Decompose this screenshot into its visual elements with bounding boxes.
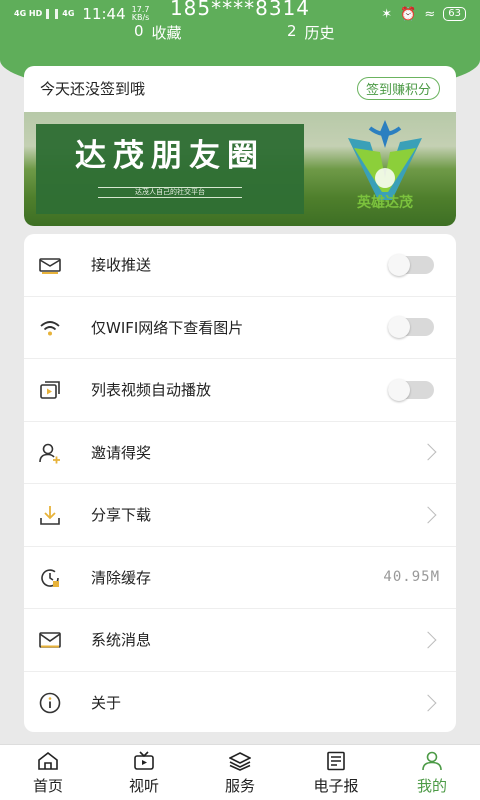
signin-button[interactable]: 签到赚积分 [356, 76, 440, 100]
promo-banner[interactable]: 达茂朋友圈 达茂人自己的社交平台 英雄达茂 [24, 112, 456, 226]
menu-item-label: 列表视频自动播放 [91, 381, 212, 400]
invite-user-icon [39, 443, 60, 463]
banner-title: 达茂朋友圈 [75, 138, 265, 174]
banner-logo-text: 英雄达茂 [357, 195, 413, 211]
receive-push-toggle[interactable] [388, 253, 434, 276]
menu-item-clear-cache[interactable]: 清除缓存 40.95M [24, 547, 456, 609]
video-play-icon [40, 381, 60, 399]
favorites-count: 0 [134, 22, 144, 40]
tab-home[interactable]: 首页 [0, 745, 96, 800]
tab-label: 我的 [416, 777, 447, 795]
tab-label: 服务 [224, 777, 255, 795]
menu-item-label: 接收推送 [91, 256, 152, 275]
chevron-right-icon [419, 631, 437, 649]
newspaper-icon [327, 751, 345, 771]
menu-item-wifi-images[interactable]: 仅WIFI网络下查看图片 [24, 297, 456, 359]
favorites-stat[interactable]: 0 收藏 [134, 22, 182, 43]
download-icon [40, 506, 60, 525]
tab-e-paper[interactable]: 电子报 [288, 745, 384, 800]
signin-status-text: 今天还没签到哦 [40, 79, 146, 98]
bottom-tab-bar: 首页 视听 服务 电子报 我的 [0, 744, 480, 800]
favorites-label: 收藏 [151, 24, 182, 42]
cache-size-value: 40.95M [383, 569, 440, 586]
autoplay-video-toggle[interactable] [388, 378, 434, 401]
profile-counts: 0 收藏 2 历史 [0, 22, 480, 44]
menu-item-label: 系统消息 [91, 631, 152, 650]
history-label: 历史 [304, 24, 335, 42]
chevron-right-icon [419, 506, 437, 524]
tab-services[interactable]: 服务 [192, 745, 288, 800]
layers-icon [229, 752, 251, 771]
menu-item-system-messages[interactable]: 系统消息 [24, 609, 456, 672]
menu-item-invite[interactable]: 邀请得奖 [24, 422, 456, 484]
signin-row: 今天还没签到哦 签到赚积分 [24, 66, 456, 110]
menu-item-label: 清除缓存 [91, 568, 152, 587]
tab-label: 电子报 [313, 777, 359, 795]
history-count: 2 [287, 22, 297, 40]
tv-icon [134, 751, 154, 770]
signin-card: 今天还没签到哦 签到赚积分 达茂朋友圈 达茂人自己的社交平台 英雄达茂 [24, 66, 456, 226]
tab-mine[interactable]: 我的 [384, 745, 480, 800]
chevron-right-icon [419, 443, 437, 461]
mail-bell-icon [39, 258, 61, 274]
wifi-icon [40, 320, 60, 335]
toggle-knob [388, 316, 410, 339]
menu-item-receive-push[interactable]: 接收推送 [24, 234, 456, 297]
tab-label: 首页 [32, 777, 63, 795]
tab-media[interactable]: 视听 [96, 745, 192, 800]
menu-item-share-download[interactable]: 分享下载 [24, 484, 456, 547]
message-icon [39, 632, 61, 648]
settings-menu: 接收推送 仅WIFI网络下查看图片 列表视频自动播放 邀请得奖 分享下载 清除缓… [24, 234, 456, 732]
menu-item-label: 邀请得奖 [91, 443, 152, 462]
toggle-knob [388, 378, 410, 401]
menu-item-label: 仅WIFI网络下查看图片 [91, 318, 244, 337]
user-phone-number[interactable]: 185****8314 [0, 0, 480, 20]
clear-cache-icon [41, 568, 59, 587]
menu-item-about[interactable]: 关于 [24, 672, 456, 735]
banner-subtitle: 达茂人自己的社交平台 [98, 187, 242, 198]
chevron-right-icon [419, 694, 437, 712]
history-stat[interactable]: 2 历史 [287, 22, 335, 43]
home-icon [38, 751, 58, 770]
menu-item-label: 分享下载 [91, 506, 152, 525]
wifi-images-toggle[interactable] [388, 316, 434, 339]
tab-label: 视听 [128, 777, 159, 795]
user-icon [422, 751, 442, 771]
toggle-knob [388, 253, 410, 276]
info-icon [39, 692, 61, 713]
menu-item-label: 关于 [91, 694, 122, 713]
menu-item-autoplay-video[interactable]: 列表视频自动播放 [24, 359, 456, 422]
